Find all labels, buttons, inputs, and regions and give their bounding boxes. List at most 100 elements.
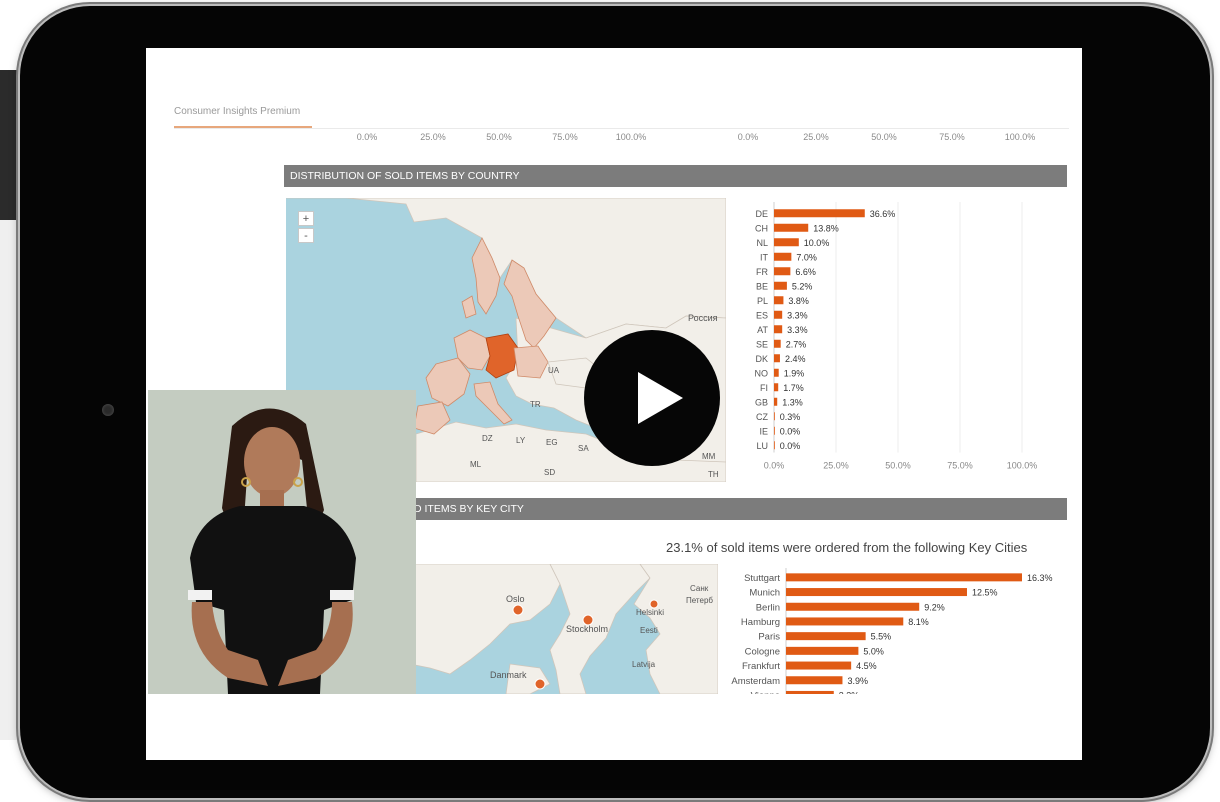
value-label: 2.4%	[785, 354, 806, 364]
tab-consumer-insights[interactable]: Consumer Insights Premium	[174, 106, 300, 117]
map-label: SD	[544, 468, 556, 477]
value-label: 1.7%	[783, 383, 804, 393]
bar	[786, 661, 852, 670]
value-label: 1.9%	[784, 368, 805, 378]
map-label: MM	[702, 452, 716, 461]
value-label: 7.0%	[796, 252, 817, 262]
bar	[774, 310, 783, 319]
city-subtitle: 23.1% of sold items were ordered from th…	[666, 540, 1028, 555]
category-label: NO	[755, 368, 769, 378]
category-label: ES	[756, 310, 768, 320]
map-label: ML	[470, 460, 482, 469]
value-label: 16.3%	[1027, 573, 1053, 583]
x-tick-label: 0.0%	[764, 461, 785, 471]
category-label: Cologne	[745, 646, 780, 657]
category-label: GB	[755, 397, 768, 407]
map-label: LY	[516, 436, 526, 445]
city-map-canvas	[410, 564, 718, 694]
category-label: DE	[755, 209, 768, 219]
value-label: 3.3%	[787, 310, 808, 320]
play-icon	[638, 372, 683, 424]
category-label: SE	[756, 339, 768, 349]
city-map[interactable]: Oslo Stockholm Helsinki Санк Петерб Eest…	[410, 564, 718, 694]
bar	[774, 368, 779, 377]
category-label: AT	[757, 325, 768, 335]
value-label: 10.0%	[804, 238, 830, 248]
bar	[786, 573, 1022, 582]
value-label: 6.6%	[795, 267, 816, 277]
category-label: Amsterdam	[731, 676, 780, 687]
section-header-country: DISTRIBUTION OF SOLD ITEMS BY COUNTRY	[284, 165, 1067, 187]
map-label: Eesti	[640, 626, 658, 635]
x-tick-label: 25.0%	[823, 461, 849, 471]
country-bar-chart-svg: DE 36.6% CH 13.8% NL 10.0% IT 7.0% FR 6.6% BE 5.2% P…	[755, 202, 1038, 471]
top-axis-right-tick: 50.0%	[871, 132, 897, 142]
bar	[774, 383, 779, 392]
map-label: TR	[530, 400, 541, 409]
bar	[774, 296, 784, 305]
value-label: 5.5%	[871, 632, 892, 642]
value-label: 0.3%	[780, 412, 801, 422]
bar	[774, 397, 778, 406]
top-axis-right-tick: 25.0%	[803, 132, 829, 142]
category-label: BE	[756, 281, 768, 291]
play-button[interactable]	[584, 330, 720, 466]
top-axis-left-tick: 100.0%	[615, 132, 647, 142]
value-label: 8.1%	[908, 617, 929, 627]
category-label: Vienna	[751, 690, 781, 694]
country-bar-chart: DE 36.6% CH 13.8% NL 10.0% IT 7.0% FR 6.6% BE 5.2% P…	[744, 198, 1064, 488]
x-tick-label: 100.0%	[1007, 461, 1038, 471]
value-label: 3.3%	[787, 325, 808, 335]
bar	[774, 426, 775, 435]
bar	[774, 412, 775, 421]
map-label: Helsinki	[636, 608, 665, 617]
bar	[786, 646, 859, 655]
map-label: Stockholm	[566, 624, 609, 634]
value-label: 3.3%	[839, 690, 860, 694]
value-label: 36.6%	[870, 209, 896, 219]
top-axis-left-tick: 50.0%	[486, 132, 512, 142]
value-label: 4.5%	[856, 661, 877, 671]
category-label: Stuttgart	[744, 573, 780, 584]
value-label: 13.8%	[813, 223, 839, 233]
zoom-in-button[interactable]: +	[298, 211, 314, 226]
value-label: 2.7%	[786, 339, 807, 349]
city-bar-chart: Stuttgart 16.3% Munich 12.5% Berlin 9.2% Hambu…	[726, 568, 1076, 694]
map-label: Санк	[690, 584, 709, 593]
value-label: 1.3%	[782, 397, 803, 407]
top-axis-right-tick: 75.0%	[939, 132, 965, 142]
map-label: Oslo	[506, 594, 525, 604]
bar	[774, 354, 780, 363]
header-divider	[174, 128, 1069, 129]
bar	[786, 690, 834, 694]
camera-icon	[102, 404, 114, 416]
top-axis-right-tick: 0.0%	[737, 132, 759, 142]
bar	[786, 676, 843, 685]
category-label: IT	[760, 252, 769, 262]
bar	[774, 339, 781, 348]
x-tick-label: 75.0%	[947, 461, 973, 471]
map-label: UA	[548, 366, 560, 375]
category-label: Frankfurt	[742, 661, 780, 672]
category-label: CH	[755, 223, 768, 233]
category-label: Paris	[758, 632, 780, 643]
bar	[786, 632, 866, 641]
bar	[774, 209, 865, 218]
bar	[786, 602, 920, 611]
value-label: 5.2%	[792, 281, 813, 291]
map-label: Latvija	[632, 660, 656, 669]
value-label: 9.2%	[924, 602, 945, 612]
bar	[786, 588, 967, 597]
value-label: 5.0%	[863, 646, 884, 656]
map-label: Danmark	[490, 670, 527, 680]
presenter-video[interactable]	[148, 390, 416, 694]
bar	[786, 617, 904, 626]
bar	[774, 267, 791, 276]
city-bar-chart-svg: Stuttgart 16.3% Munich 12.5% Berlin 9.2% Hambu…	[731, 568, 1053, 694]
map-label: Петерб	[686, 596, 713, 605]
zoom-out-button[interactable]: -	[298, 228, 314, 243]
bar	[774, 252, 792, 261]
value-label: 3.8%	[788, 296, 809, 306]
bar	[774, 325, 783, 334]
value-label: 12.5%	[972, 588, 998, 598]
